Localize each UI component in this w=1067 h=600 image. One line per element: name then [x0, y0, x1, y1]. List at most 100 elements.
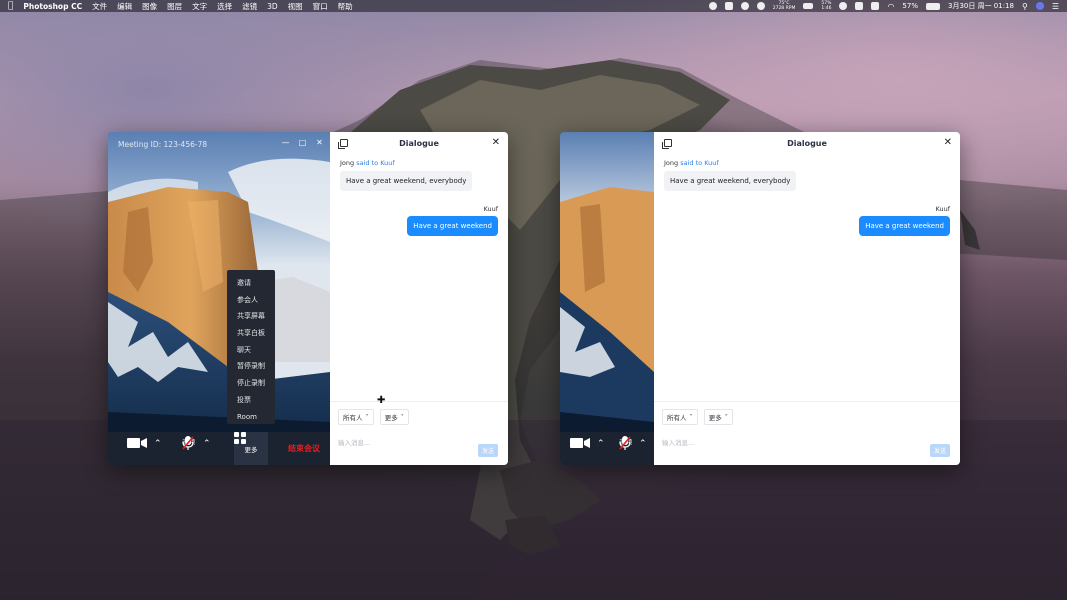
recipient-dropdown[interactable]: 所有人 ˅: [338, 409, 374, 425]
menu-item-share-whiteboard[interactable]: 共享白板: [227, 325, 275, 342]
control-center-icon[interactable]: ☰: [1052, 2, 1059, 11]
menu-item-stop-recording[interactable]: 停止录制: [227, 375, 275, 392]
chat-panel: Dialogue ✕ Jong said to Kuuf Have a grea…: [330, 132, 508, 465]
moon-icon[interactable]: [839, 2, 848, 10]
datetime[interactable]: 3月30日 周一 01:18: [948, 1, 1014, 11]
wechat-icon[interactable]: [708, 2, 717, 10]
recipient-name: Kuuf: [704, 159, 719, 167]
popout-icon[interactable]: [662, 139, 672, 149]
chevron-down-icon: ˅: [365, 413, 369, 421]
battery-stats[interactable]: 57% 1:46: [821, 1, 831, 11]
menu-3d[interactable]: 3D: [267, 2, 278, 11]
record-icon[interactable]: [756, 2, 765, 10]
mic-muted-icon: [182, 436, 194, 450]
menu-filter[interactable]: 滤镜: [242, 1, 257, 12]
audio-options-chevron-icon[interactable]: ⌃: [203, 439, 211, 449]
menu-item-vote[interactable]: 投票: [227, 392, 275, 409]
chevron-down-icon: ˅: [400, 413, 404, 421]
chat-header-2: Dialogue ✕: [654, 132, 960, 154]
menu-type[interactable]: 文字: [192, 1, 207, 12]
meeting-id: Meeting ID: 123-456-78: [118, 140, 208, 149]
more-menu: 邀请 参会人 共享屏幕 共享白板 聊天 暂停录制 停止录制 投票 Room: [227, 270, 275, 424]
message-sender-line: Jong said to Kuuf: [330, 159, 508, 167]
outgoing-message-bubble: Have a great weekend: [859, 216, 950, 236]
menu-edit[interactable]: 编辑: [117, 1, 132, 12]
spotlight-icon[interactable]: ⚲: [1022, 2, 1028, 11]
audio-options-chevron-icon[interactable]: ⌃: [639, 439, 647, 449]
menu-item-chat[interactable]: 聊天: [227, 342, 275, 359]
menubar-app-name[interactable]: Photoshop CC: [23, 2, 82, 11]
clock-icon[interactable]: [871, 2, 880, 10]
menu-view[interactable]: 视图: [288, 1, 303, 12]
camera-icon: [570, 438, 590, 448]
grid-more-icon: [234, 432, 246, 444]
menu-item-room[interactable]: Room: [227, 409, 275, 426]
menu-image[interactable]: 图像: [142, 1, 157, 12]
recipient-name: Kuuf: [380, 159, 395, 167]
menu-layer[interactable]: 图层: [167, 1, 182, 12]
chat-composer-2: 所有人 ˅ 更多 ˅ 输入消息... 发送: [654, 401, 960, 465]
said-to-text: said to: [680, 159, 703, 167]
chat-close-icon[interactable]: ✕: [944, 137, 952, 148]
wifi-icon[interactable]: ◠: [887, 2, 894, 11]
video-options-chevron-icon[interactable]: ⌃: [154, 439, 162, 449]
grid-icon[interactable]: [855, 2, 864, 10]
minimize-icon[interactable]: —: [281, 138, 290, 147]
landscape-image: [108, 132, 330, 465]
menu-help[interactable]: 帮助: [338, 1, 353, 12]
sender-name: Jong: [664, 159, 679, 167]
move-cursor-icon: ✚: [377, 395, 386, 406]
chat-close-icon[interactable]: ✕: [492, 137, 500, 148]
camera-icon: [127, 438, 147, 448]
said-to-text: said to: [356, 159, 379, 167]
video-options-chevron-icon[interactable]: ⌃: [597, 439, 605, 449]
chat-composer: 所有人 ˅ 更多 ˅ 输入消息... 发送: [330, 401, 508, 465]
menu-item-participants[interactable]: 参会人: [227, 292, 275, 309]
recipient-dropdown-label: 所有人: [343, 414, 363, 422]
more-options-dropdown[interactable]: 更多 ˅: [379, 409, 409, 425]
send-button[interactable]: 发送: [478, 444, 498, 457]
more-options-dropdown[interactable]: 更多 ˅: [703, 409, 733, 425]
video-pane-2: 视频 ⌃ 音频 ⌃: [560, 132, 654, 465]
video-button-2[interactable]: 视频: [570, 437, 590, 448]
cpu-stats[interactable]: 75°C 2728 RPM: [773, 1, 796, 11]
menu-file[interactable]: 文件: [92, 1, 107, 12]
menu-window[interactable]: 窗口: [313, 1, 328, 12]
chat-panel-2: Dialogue ✕ Jong said to Kuuf Have a grea…: [654, 132, 960, 465]
send-button[interactable]: 发送: [930, 444, 950, 457]
more-dropdown-label: 更多: [384, 414, 398, 422]
more-dropdown-label: 更多: [708, 414, 722, 422]
sender-name: Jong: [340, 159, 355, 167]
battery-time: 1:46: [821, 6, 832, 11]
chevron-down-icon: ˅: [689, 413, 693, 421]
siri-icon[interactable]: [1035, 2, 1044, 10]
incoming-message-bubble: Have a great weekend, everybody: [340, 171, 473, 191]
apple-icon[interactable]: : [8, 1, 13, 11]
outgoing-message-bubble: Have a great weekend: [407, 216, 498, 236]
chat-title-2: Dialogue: [787, 138, 827, 148]
battery-icon[interactable]: [925, 2, 940, 10]
message-input[interactable]: 输入消息...: [654, 425, 960, 447]
menu-item-invite[interactable]: 邀请: [227, 275, 275, 292]
notification-icon[interactable]: [740, 2, 749, 10]
chat-header: Dialogue ✕: [330, 132, 508, 154]
meeting-window-2: 视频 ⌃ 音频 ⌃ Dialogue ✕ Jong said to: [560, 132, 960, 465]
recipient-dropdown[interactable]: 所有人 ˅: [662, 409, 698, 425]
close-icon[interactable]: ✕: [315, 138, 324, 147]
meeting-toolbar-2: 视频 ⌃ 音频 ⌃: [560, 432, 654, 465]
audio-button-2[interactable]: 音频: [619, 436, 632, 450]
menu-item-share-screen[interactable]: 共享屏幕: [227, 308, 275, 325]
audio-button[interactable]: 音频: [182, 436, 195, 450]
bookmark-icon[interactable]: [724, 2, 733, 10]
menu-item-pause-recording[interactable]: 暂停录制: [227, 358, 275, 375]
maximize-icon[interactable]: □: [298, 138, 307, 147]
recipient-dropdown-label: 所有人: [667, 414, 687, 422]
more-button[interactable]: 更多: [234, 432, 268, 465]
menu-select[interactable]: 选择: [217, 1, 232, 12]
popout-icon[interactable]: [338, 139, 348, 149]
video-button[interactable]: 视频: [127, 437, 147, 448]
mic-muted-icon: [619, 436, 631, 450]
chat-title: Dialogue: [399, 138, 439, 148]
outgoing-sender-name: Kuuf: [483, 205, 498, 213]
end-meeting-button[interactable]: 结束会议: [288, 443, 320, 454]
